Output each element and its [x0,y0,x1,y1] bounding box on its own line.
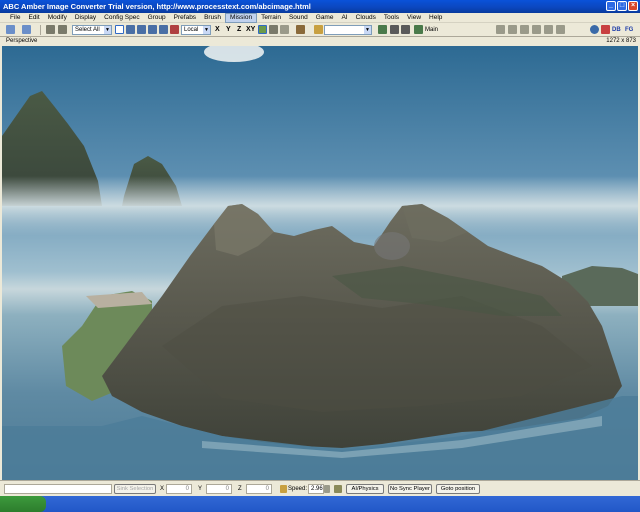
title-bar: ABC Amber Image Converter Trial version,… [0,0,640,13]
layer-icon[interactable] [378,25,387,34]
sink-selection-button[interactable]: Sink Selection [114,484,156,494]
empty-combo[interactable]: ▼ [324,25,372,35]
status-message [4,484,112,494]
menu-modify[interactable]: Modify [44,13,71,23]
menu-mission[interactable]: Mission [225,12,258,23]
grid-icon[interactable] [269,25,278,34]
status-bar: Sink Selection X 0 Y 0 Z 0 Speed: 2.96 A… [0,480,640,496]
taskbar [0,496,640,512]
main-toolbar: Select All ▼ Local ▼ X Y Z XY ▼ Main DB … [0,23,640,37]
viewport-resolution: 1272 x 873 [606,38,636,44]
fg-label[interactable]: FG [625,25,633,35]
layer-label: Main [425,27,439,33]
smoke [374,232,410,260]
axis-x-button[interactable]: X [215,25,220,35]
selection-combo-value: Select All [75,27,100,33]
viewport-header: Perspective 1272 x 873 [0,37,640,46]
menu-ai[interactable]: AI [337,13,351,23]
view-quad-icon[interactable] [544,25,553,34]
terrain-icon[interactable] [258,25,267,34]
scale-icon[interactable] [148,25,157,34]
chevron-down-icon[interactable]: ▼ [104,26,111,34]
link-icon[interactable] [46,25,55,34]
speed-field[interactable]: 2.96 [308,484,324,494]
rotate-icon[interactable] [137,25,146,34]
globe-icon[interactable] [590,25,599,34]
goto-position-button[interactable]: Goto position [436,484,480,494]
maximize-icon[interactable]: □ [617,1,627,11]
x-label: X [160,486,165,492]
layer-edit-icon[interactable] [401,25,410,34]
lock-icon[interactable] [280,485,287,493]
menu-game[interactable]: Game [312,13,338,23]
window-controls: _ □ × [606,1,638,11]
z-field[interactable]: 0 [246,484,272,494]
ai-physics-icon[interactable] [334,485,342,493]
axis-xy-button[interactable]: XY [246,25,255,35]
separator [40,25,41,35]
unlink-icon[interactable] [58,25,67,34]
menu-clouds[interactable]: Clouds [352,13,380,23]
menu-view[interactable]: View [403,13,425,23]
coord-system-value: Local [184,27,199,33]
no-sync-player-button[interactable]: No Sync Player [388,484,432,494]
3d-viewport[interactable] [2,46,638,480]
menu-bar: File Edit Modify Display Config Spec Gro… [0,12,640,23]
terrain-scene [2,46,638,480]
menu-tools[interactable]: Tools [380,13,403,23]
axis-y-button[interactable]: Y [226,25,231,35]
view-persp-icon[interactable] [532,25,541,34]
grid-options-icon[interactable] [280,25,289,34]
speed-label: Speed: [288,486,308,492]
coord-system-combo[interactable]: Local ▼ [181,25,211,35]
menu-prefabs[interactable]: Prefabs [170,13,200,23]
z-label: Z [238,486,242,492]
star-icon[interactable] [601,25,610,34]
menu-config-spec[interactable]: Config Spec [100,13,143,23]
view-top-icon[interactable] [496,25,505,34]
start-button[interactable] [0,496,46,512]
camera-icon[interactable] [159,25,168,34]
window-title: ABC Amber Image Converter Trial version,… [3,2,311,11]
y-label: Y [198,486,203,492]
cloud [204,46,264,62]
layer-main-icon[interactable] [414,25,423,34]
db-label[interactable]: DB [612,25,621,35]
menu-edit[interactable]: Edit [24,13,43,23]
view-front-icon[interactable] [508,25,517,34]
menu-help[interactable]: Help [425,13,446,23]
menu-sound[interactable]: Sound [285,13,312,23]
x-field[interactable]: 0 [166,484,192,494]
select-arrow-icon[interactable] [115,25,124,34]
undo-icon[interactable] [6,25,15,34]
redo-icon[interactable] [22,25,31,34]
bookmark-icon[interactable] [314,25,323,34]
minimize-icon[interactable]: _ [606,1,616,11]
selection-combo[interactable]: Select All ▼ [72,25,112,35]
viewport-mode-label: Perspective [6,38,38,44]
menu-group[interactable]: Group [144,13,170,23]
view-single-icon[interactable] [556,25,565,34]
menu-terrain[interactable]: Terrain [257,13,285,23]
ai-physics-button[interactable]: AI/Physics [346,484,384,494]
close-icon[interactable]: × [628,1,638,11]
menu-file[interactable]: File [6,13,24,23]
chevron-down-icon[interactable]: ▼ [364,26,371,34]
menu-brush[interactable]: Brush [200,13,225,23]
fog-band [2,176,638,236]
angle-icon[interactable] [296,25,305,34]
layer-add-icon[interactable] [390,25,399,34]
move-icon[interactable] [126,25,135,34]
speed-stepper-icon[interactable] [324,485,330,493]
snap-icon[interactable] [170,25,179,34]
axis-z-button[interactable]: Z [237,25,241,35]
view-side-icon[interactable] [520,25,529,34]
y-field[interactable]: 0 [206,484,232,494]
menu-display[interactable]: Display [71,13,100,23]
chevron-down-icon[interactable]: ▼ [203,26,210,34]
